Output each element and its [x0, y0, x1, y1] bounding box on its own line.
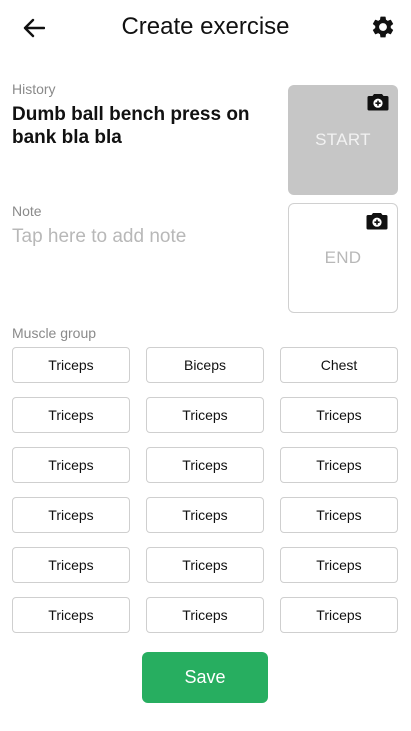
muscle-chip[interactable]: Triceps [280, 497, 398, 533]
save-button[interactable]: Save [142, 652, 268, 703]
page-title: Create exercise [121, 13, 290, 40]
start-photo-button[interactable]: START [288, 85, 398, 195]
muscle-group-label: Muscle group [12, 325, 97, 341]
muscle-chip[interactable]: Triceps [280, 397, 398, 433]
muscle-chip[interactable]: Triceps [146, 597, 264, 633]
history-label: History [12, 81, 56, 97]
muscle-chip[interactable]: Triceps [146, 397, 264, 433]
muscle-chip[interactable]: Triceps [12, 347, 130, 383]
note-label: Note [12, 203, 42, 219]
muscle-chip[interactable]: Triceps [146, 447, 264, 483]
muscle-chip[interactable]: Triceps [146, 547, 264, 583]
muscle-chip[interactable]: Triceps [12, 547, 130, 583]
muscle-chip[interactable]: Triceps [146, 497, 264, 533]
end-photo-label: END [324, 248, 362, 267]
muscle-chip[interactable]: Triceps [12, 597, 130, 633]
gear-icon [372, 16, 394, 38]
muscle-chip[interactable]: Triceps [280, 597, 398, 633]
muscle-group-grid: Triceps Biceps Chest Triceps Triceps Tri… [12, 347, 398, 633]
camera-icon [366, 213, 388, 230]
muscle-chip[interactable]: Triceps [12, 447, 130, 483]
camera-icon [367, 94, 389, 111]
muscle-chip[interactable]: Triceps [12, 397, 130, 433]
muscle-chip[interactable]: Triceps [280, 547, 398, 583]
note-input[interactable]: Tap here to add note [12, 226, 186, 248]
settings-button[interactable] [367, 11, 399, 43]
end-photo-button[interactable]: END [288, 203, 398, 313]
muscle-chip[interactable]: Triceps [280, 447, 398, 483]
start-photo-label: START [315, 130, 371, 149]
muscle-chip[interactable]: Biceps [146, 347, 264, 383]
app-bar: Create exercise [0, 0, 411, 56]
muscle-chip[interactable]: Triceps [12, 497, 130, 533]
history-value[interactable]: Dumb ball bench press on bank bla bla [12, 103, 274, 149]
muscle-chip[interactable]: Chest [280, 347, 398, 383]
